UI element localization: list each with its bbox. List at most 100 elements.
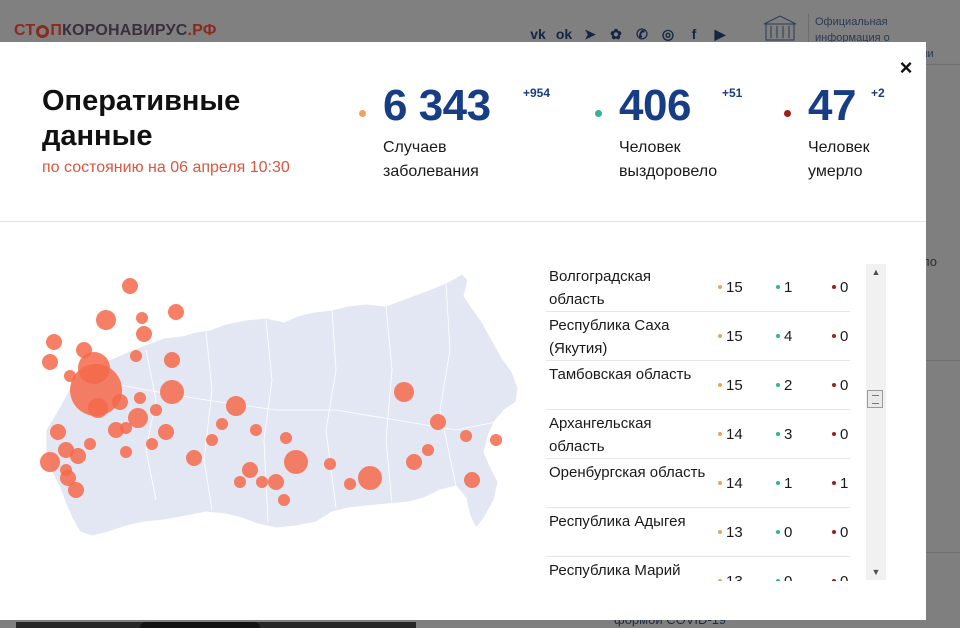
case-bubble[interactable]	[168, 304, 184, 320]
case-bubble[interactable]	[268, 474, 284, 490]
region-name: Республика Саха (Якутия)	[549, 317, 670, 357]
case-bubble[interactable]	[344, 478, 356, 490]
case-bubble[interactable]	[226, 396, 246, 416]
case-bubble[interactable]	[120, 422, 132, 434]
case-bubble[interactable]	[158, 424, 174, 440]
case-bubble[interactable]	[136, 326, 152, 342]
recovered-delta: +51	[722, 86, 743, 100]
case-bubble[interactable]	[136, 312, 148, 324]
case-bubble[interactable]	[64, 370, 76, 382]
flower-icon[interactable]: ✿	[606, 24, 626, 44]
bg-divider	[926, 64, 960, 65]
region-deaths: 1	[832, 475, 848, 492]
viber-icon[interactable]: ✆	[632, 24, 652, 44]
youtube-icon[interactable]: ▶	[710, 24, 730, 44]
case-bubble[interactable]	[284, 450, 308, 474]
header-divider	[0, 221, 926, 222]
case-bubble[interactable]	[46, 334, 62, 350]
case-bubble[interactable]	[50, 424, 66, 440]
case-bubble[interactable]	[256, 476, 268, 488]
telegram-icon[interactable]: ➤	[580, 24, 600, 44]
cases-dot-icon	[718, 334, 722, 338]
case-bubble[interactable]	[406, 454, 422, 470]
case-bubble[interactable]	[130, 350, 142, 362]
vk-icon[interactable]: vk	[528, 24, 548, 44]
case-bubble[interactable]	[88, 398, 108, 418]
case-bubble[interactable]	[464, 472, 480, 488]
recovered-dot-icon	[776, 530, 780, 534]
instagram-icon[interactable]: ◎	[658, 24, 678, 44]
cases-dot-icon	[718, 481, 722, 485]
case-bubble[interactable]	[206, 434, 218, 446]
region-row: Тамбовская область 15 2 0	[546, 361, 850, 410]
region-table-scrollbar[interactable]: ▲ ▼	[866, 264, 886, 580]
case-bubble[interactable]	[186, 450, 202, 466]
case-bubble[interactable]	[430, 414, 446, 430]
case-bubble[interactable]	[358, 466, 382, 490]
case-bubble[interactable]	[122, 278, 138, 294]
logo-part-text: КОРОНАВИРУС	[62, 22, 188, 39]
scroll-thumb[interactable]	[867, 390, 883, 408]
case-bubble[interactable]	[134, 392, 146, 404]
region-row: Оренбургская область 14 1 1	[546, 459, 850, 508]
deaths-label: Человек умерло	[808, 139, 870, 180]
region-recovered: 3	[776, 426, 792, 443]
recovered-dot-icon	[776, 285, 780, 289]
close-button[interactable]: ×	[896, 57, 916, 79]
deaths-dot-icon	[832, 383, 836, 387]
region-recovered: 0	[776, 524, 792, 541]
deaths-dot-icon	[832, 481, 836, 485]
case-bubble[interactable]	[68, 482, 84, 498]
facebook-icon[interactable]: f	[684, 24, 704, 44]
case-bubble[interactable]	[146, 438, 158, 450]
region-deaths: 0	[832, 328, 848, 345]
region-name: Республика Адыгея	[549, 513, 686, 530]
case-bubble[interactable]	[42, 354, 58, 370]
bg-divider	[926, 360, 960, 361]
case-bubble[interactable]	[70, 448, 86, 464]
case-bubble[interactable]	[394, 382, 414, 402]
case-bubble[interactable]	[76, 342, 92, 358]
case-bubble[interactable]	[490, 434, 502, 446]
ok-icon[interactable]: ok	[554, 24, 574, 44]
recovered-dot-icon	[776, 334, 780, 338]
government-building-icon	[763, 15, 797, 41]
site-logo[interactable]: СТ ПКОРОНАВИРУС.РФ	[14, 22, 217, 40]
region-deaths: 0	[832, 524, 848, 541]
case-bubble[interactable]	[84, 438, 96, 450]
russia-cases-map[interactable]	[36, 260, 526, 540]
case-bubble[interactable]	[250, 424, 262, 436]
region-cases: 15	[718, 279, 743, 296]
case-bubble[interactable]	[324, 458, 336, 470]
deaths-dot-icon	[832, 579, 836, 581]
social-links: vk ok ➤ ✿ ✆ ◎ f ▶	[528, 24, 730, 44]
region-table[interactable]: Волгоградская область 15 1 0 Республика Саха…	[546, 263, 854, 581]
case-bubble[interactable]	[96, 310, 116, 330]
scroll-up-arrow-icon[interactable]: ▲	[866, 264, 886, 280]
case-bubble[interactable]	[234, 476, 246, 488]
region-name: Тамбовская область	[549, 366, 692, 383]
region-rows: Волгоградская область 15 1 0 Республика Саха…	[546, 263, 850, 581]
case-bubble[interactable]	[40, 452, 60, 472]
region-recovered: 0	[776, 573, 792, 581]
scroll-down-arrow-icon[interactable]: ▼	[866, 564, 886, 580]
case-bubble[interactable]	[160, 380, 184, 404]
region-name: Волгоградская область	[549, 268, 652, 308]
case-bubble[interactable]	[460, 430, 472, 442]
title-line-1: Оперативные	[42, 85, 241, 117]
cases-dot-icon	[718, 530, 722, 534]
recovered-dot-icon	[776, 579, 780, 581]
case-bubble[interactable]	[422, 444, 434, 456]
case-bubble[interactable]	[216, 418, 228, 430]
case-bubble[interactable]	[242, 462, 258, 478]
case-bubble[interactable]	[164, 352, 180, 368]
region-deaths: 0	[832, 279, 848, 296]
case-bubble[interactable]	[120, 446, 132, 458]
deaths-dot-icon	[832, 432, 836, 436]
case-bubble[interactable]	[150, 404, 162, 416]
case-bubble[interactable]	[280, 432, 292, 444]
case-bubble[interactable]	[278, 494, 290, 506]
region-name: Оренбургская область	[549, 464, 706, 481]
region-deaths: 0	[832, 573, 848, 581]
case-bubble[interactable]	[112, 394, 128, 410]
